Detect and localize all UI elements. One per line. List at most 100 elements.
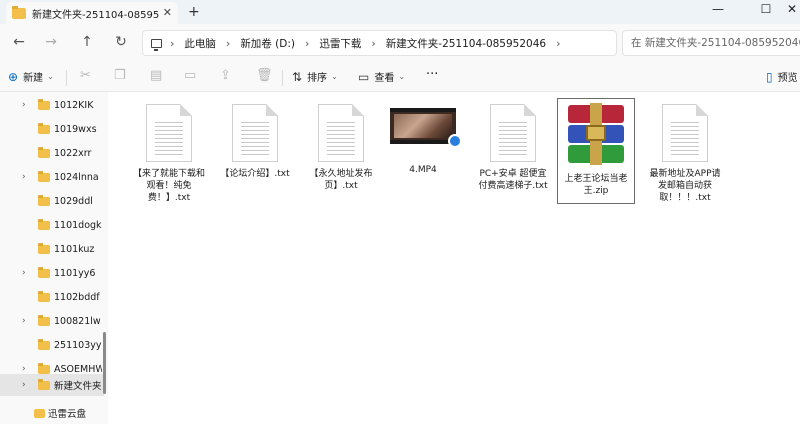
breadcrumb-separator: › xyxy=(170,36,175,50)
sidebar-item-label: 1024lnna xyxy=(54,171,99,183)
folder-icon xyxy=(38,266,50,278)
folder-icon xyxy=(38,242,50,254)
sidebar-item-label: 1019wxs xyxy=(54,123,97,135)
text-file-icon xyxy=(146,104,192,162)
folder-icon xyxy=(38,146,50,158)
sidebar-item-1101yy6[interactable]: › 1101yy6 xyxy=(0,262,104,284)
view-button-label: 查看 xyxy=(374,73,395,84)
breadcrumb-this-pc[interactable]: 此电脑 xyxy=(184,36,216,51)
chevron-right-icon[interactable]: › xyxy=(22,172,26,182)
tab-close-icon[interactable]: ✕ xyxy=(163,6,172,19)
chevron-down-icon: ⌄ xyxy=(47,72,54,81)
file-name: 【论坛介绍】.txt xyxy=(220,169,290,179)
text-file-icon xyxy=(490,104,536,162)
sidebar-item-1022xrr[interactable]: 1022xrr xyxy=(0,142,104,164)
close-button[interactable]: ✕ xyxy=(782,2,800,16)
sidebar-item-1101kuz[interactable]: 1101kuz xyxy=(0,238,104,260)
sort-button[interactable]: ⇅ 排序 ⌄ xyxy=(292,69,338,85)
chevron-right-icon[interactable]: › xyxy=(22,316,26,326)
play-badge-icon xyxy=(448,134,462,148)
breadcrumb-current-folder[interactable]: 新建文件夹-251104-085952046 xyxy=(386,36,546,51)
sidebar-item-100821lw[interactable]: › 100821lw xyxy=(0,310,104,332)
divider xyxy=(282,70,283,86)
breadcrumb-drive-d[interactable]: 新加卷 (D:) xyxy=(240,36,295,51)
navigation-bar: ← → ↑ ↻ › 此电脑 › 新加卷 (D:) › 迅雷下载 › 新建文件夹-… xyxy=(0,24,800,62)
folder-icon xyxy=(38,362,50,374)
folder-icon xyxy=(38,98,50,110)
search-input[interactable]: 在 新建文件夹-251104-085952046 中搜索 xyxy=(622,30,800,56)
computer-icon xyxy=(151,38,162,51)
delete-icon[interactable]: 🗑 xyxy=(256,68,273,83)
file-item[interactable]: PC+安卓 超便宜付费高速梯子.txt xyxy=(474,98,552,204)
share-icon[interactable]: ⇪ xyxy=(220,68,231,83)
sidebar-item-label: 1101dogk xyxy=(54,219,102,231)
sidebar-item-label: ASOEMHW xyxy=(54,363,102,375)
file-name: 【永久地址发布页】.txt xyxy=(309,169,373,191)
sidebar-item-1019wxs[interactable]: 1019wxs xyxy=(0,118,104,140)
view-button[interactable]: ▭ 查看 ⌄ xyxy=(358,69,405,85)
file-item[interactable]: 【论坛介绍】.txt xyxy=(216,98,294,204)
folder-icon xyxy=(38,314,50,326)
chevron-right-icon[interactable]: › xyxy=(22,380,26,390)
sidebar-item-1101dogk[interactable]: 1101dogk xyxy=(0,214,104,236)
tab-current-folder[interactable]: 新建文件夹-251104-085952046 ✕ xyxy=(6,2,178,24)
preview-button-label: 预览 xyxy=(777,73,798,84)
file-name: PC+安卓 超便宜付费高速梯子.txt xyxy=(478,169,548,191)
maximize-button[interactable]: ☐ xyxy=(756,2,776,16)
sidebar-item-label: 100821lw xyxy=(54,315,101,327)
sidebar-item-label: 1102bddf xyxy=(54,291,100,303)
sidebar-item-1024lnna[interactable]: › 1024lnna xyxy=(0,166,104,188)
cut-icon[interactable]: ✂ xyxy=(80,68,91,83)
chevron-right-icon[interactable]: › xyxy=(22,268,26,278)
up-arrow-icon[interactable]: ↑ xyxy=(78,34,96,50)
folder-icon xyxy=(38,378,50,390)
file-item[interactable]: 最新地址及APP请发邮箱自动获取！！！.txt xyxy=(646,98,724,204)
folder-icon xyxy=(12,5,26,19)
navigation-pane: › 1012KIK 1019wxs 1022xrr › 1024lnna 102… xyxy=(0,92,108,424)
preview-pane-icon: ▯ xyxy=(766,69,773,84)
file-item[interactable]: 【来了就能下载和观看！纯免费！】.txt xyxy=(130,98,208,204)
folder-icon xyxy=(38,122,50,134)
chevron-right-icon[interactable]: › xyxy=(22,364,26,374)
file-list: 【来了就能下载和观看！纯免费！】.txt 【论坛介绍】.txt 【永久地址发布页… xyxy=(108,92,800,424)
rename-icon[interactable]: ▭ xyxy=(184,68,196,83)
new-button[interactable]: ⊕ 新建 ⌄ xyxy=(8,69,54,85)
folder-icon xyxy=(34,408,45,418)
sidebar-item-1029ddl[interactable]: 1029ddl xyxy=(0,190,104,212)
sidebar-item-1102bddf[interactable]: 1102bddf xyxy=(0,286,104,308)
sidebar-item-label: 1022xrr xyxy=(54,147,92,159)
paste-icon[interactable]: ▤ xyxy=(150,68,162,83)
preview-button[interactable]: ▯ 预览 xyxy=(766,69,798,85)
sidebar-item-label: 迅雷云盘 xyxy=(48,409,87,420)
sort-icon: ⇅ xyxy=(292,69,303,84)
copy-icon[interactable]: ❐ xyxy=(114,68,126,83)
file-item-selected[interactable]: 上老王论坛当老王.zip xyxy=(557,98,635,204)
command-bar: ⊕ 新建 ⌄ ✂ ❐ ▤ ▭ ⇪ 🗑 ⇅ 排序 ⌄ ▭ 查看 ⌄ ··· ▯ 预… xyxy=(0,62,800,92)
plus-circle-icon: ⊕ xyxy=(8,69,19,84)
more-options-button[interactable]: ··· xyxy=(426,67,438,82)
title-bar: 新建文件夹-251104-085952046 ✕ + — ☐ ✕ xyxy=(0,0,800,24)
sidebar-item-thunder-cloud[interactable]: 迅雷云盘 xyxy=(0,402,104,424)
sidebar-item-label: 1101kuz xyxy=(54,243,95,255)
forward-arrow-icon[interactable]: → xyxy=(42,34,60,50)
sidebar-item-label: 1012KIK xyxy=(54,99,94,111)
refresh-icon[interactable]: ↻ xyxy=(112,34,130,50)
breadcrumb-separator: › xyxy=(304,36,310,50)
chevron-right-icon[interactable]: › xyxy=(22,100,26,110)
sidebar-item-1012kik[interactable]: › 1012KIK xyxy=(0,94,104,116)
sidebar-item-251103yy[interactable]: 251103yy xyxy=(0,334,104,356)
folder-icon xyxy=(38,170,50,182)
text-file-icon xyxy=(662,104,708,162)
text-file-icon xyxy=(232,104,278,162)
back-arrow-icon[interactable]: ← xyxy=(10,34,28,50)
sidebar-item-new-folder[interactable]: › 新建文件夹 xyxy=(0,374,104,396)
breadcrumb-thunder-downloads[interactable]: 迅雷下载 xyxy=(319,36,361,51)
sort-button-label: 排序 xyxy=(307,73,328,84)
file-item[interactable]: 【永久地址发布页】.txt xyxy=(302,98,380,204)
sidebar-scrollbar[interactable] xyxy=(103,332,106,394)
address-bar[interactable]: › 此电脑 › 新加卷 (D:) › 迅雷下载 › 新建文件夹-251104-0… xyxy=(142,30,617,56)
sidebar-item-label: 新建文件夹 xyxy=(54,381,102,392)
minimize-button[interactable]: — xyxy=(708,2,728,16)
file-item[interactable]: 4.MP4 xyxy=(384,98,462,204)
new-tab-button[interactable]: + xyxy=(188,4,200,20)
